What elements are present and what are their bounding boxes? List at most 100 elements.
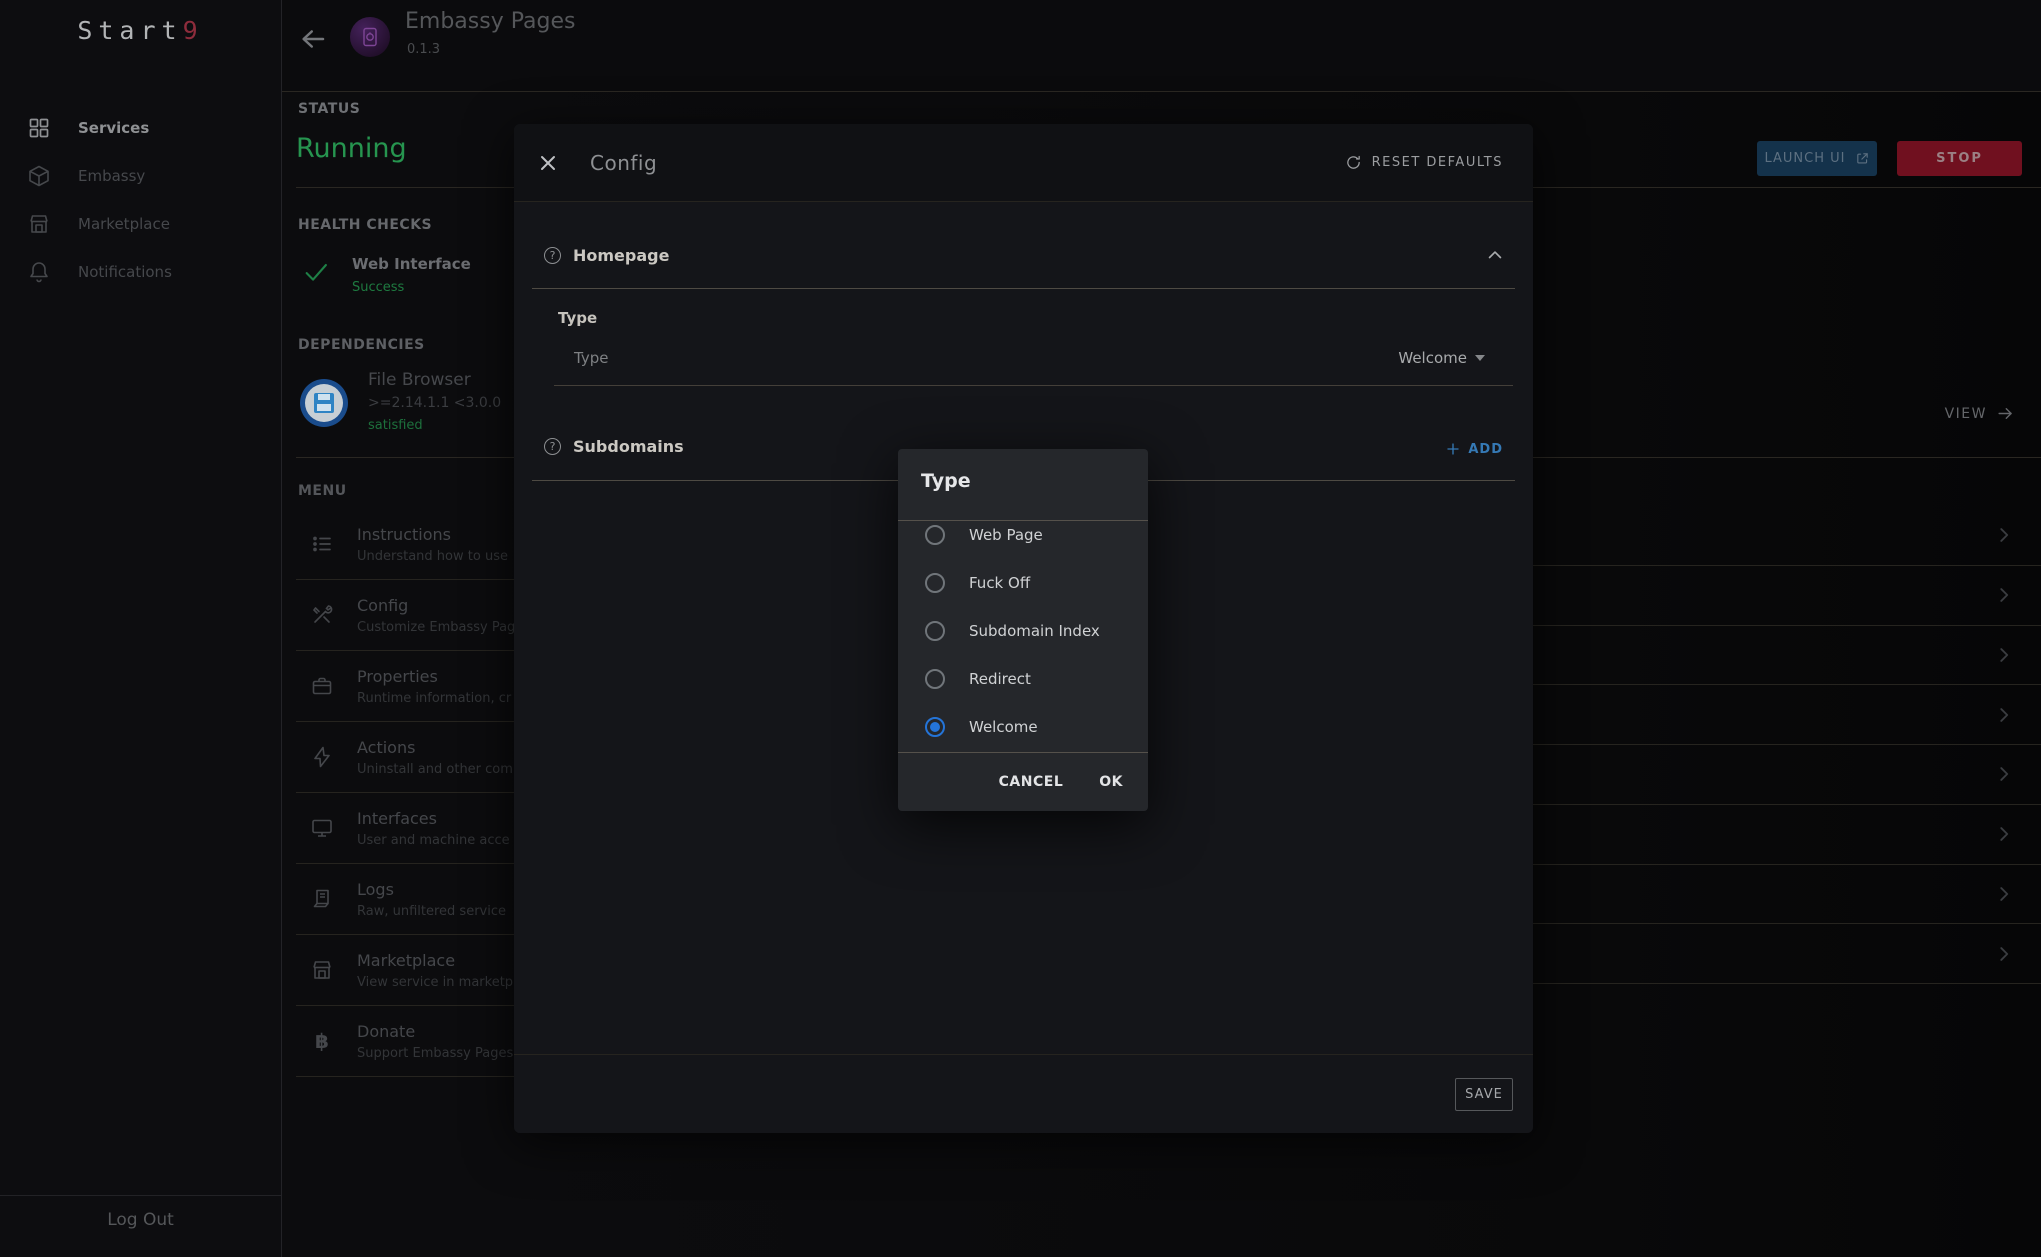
health-check-name: Web Interface (352, 255, 471, 273)
chevron-right-icon (1993, 644, 2015, 666)
logout-button[interactable]: Log Out (0, 1195, 281, 1243)
status-section-label: STATUS (298, 101, 360, 117)
plus-icon (1445, 441, 1461, 457)
chevron-right-icon (1993, 584, 2015, 606)
menu-item-subtitle: Raw, unfiltered service (357, 904, 506, 919)
storefront-icon (27, 212, 51, 236)
launch-ui-label: LAUNCH UI (1764, 151, 1845, 166)
health-check-result: Success (352, 280, 404, 295)
dialog-option[interactable]: Welcome (898, 703, 1148, 751)
add-subdomain-button[interactable]: ADD (1445, 441, 1503, 457)
bitcoin-icon: ฿ (310, 1029, 334, 1053)
chevron-right-icon (1993, 763, 2015, 785)
list-icon (310, 532, 334, 556)
launch-ui-button[interactable]: LAUNCH UI (1757, 141, 1877, 176)
sidebar-nav: Services Embassy Marketplace Notificatio… (0, 104, 281, 296)
homepage-section-header[interactable]: ? Homepage (544, 245, 1505, 265)
status-value: Running (296, 133, 407, 164)
reset-defaults-button[interactable]: RESET DEFAULTS (1345, 154, 1503, 171)
help-icon: ? (544, 438, 561, 455)
stop-label: STOP (1936, 151, 1983, 166)
type-dialog-footer: CANCEL OK (898, 753, 1148, 811)
dialog-option-label: Web Page (969, 526, 1043, 544)
view-dependency-link[interactable]: VIEW (1945, 404, 2015, 423)
sidebar-item-marketplace[interactable]: Marketplace (0, 200, 281, 248)
storefront-icon (310, 958, 334, 982)
sidebar-item-embassy[interactable]: Embassy (0, 152, 281, 200)
dialog-option[interactable]: Subdomain Index (898, 607, 1148, 655)
homepage-section-label: Homepage (573, 246, 669, 265)
sidebar-item-services[interactable]: Services (0, 104, 281, 152)
app-icon (350, 17, 390, 57)
type-dialog-options: Web Page Fuck Off Subdomain Index Redire… (898, 511, 1148, 751)
logo-text: Start (77, 16, 182, 45)
type-group-label: Type (558, 309, 597, 327)
radio-icon[interactable] (925, 525, 945, 545)
radio-icon[interactable] (925, 621, 945, 641)
menu-item-title: Properties (357, 667, 511, 686)
sidebar: Start9 Services Embassy Marketplace Noti… (0, 0, 282, 1257)
cancel-button[interactable]: CANCEL (999, 774, 1064, 790)
add-subdomain-label: ADD (1468, 442, 1503, 457)
chevron-right-icon (1993, 823, 2015, 845)
subdomains-section-label: Subdomains (573, 437, 684, 456)
type-dialog-title: Type (921, 470, 971, 492)
sidebar-item-label: Services (78, 119, 149, 137)
radio-icon[interactable] (925, 573, 945, 593)
back-arrow-icon[interactable] (298, 24, 328, 54)
type-select[interactable]: Welcome (1398, 349, 1485, 367)
external-link-icon (1855, 151, 1870, 166)
reset-defaults-label: RESET DEFAULTS (1372, 155, 1503, 170)
dependency-name: File Browser (368, 370, 471, 390)
menu-item-title: Config (357, 596, 515, 615)
sidebar-item-notifications[interactable]: Notifications (0, 248, 281, 296)
dialog-option[interactable]: Web Page (898, 511, 1148, 559)
floppy-disk-icon (314, 393, 334, 413)
refresh-icon (1345, 154, 1362, 171)
file-browser-icon (300, 379, 348, 427)
menu-item-title: Interfaces (357, 809, 510, 828)
config-modal-footer: SAVE (514, 1054, 1533, 1133)
receipt-icon (310, 887, 334, 911)
briefcase-icon (310, 674, 334, 698)
chevron-right-icon (1993, 704, 2015, 726)
config-modal-title: Config (590, 151, 657, 175)
menu-item-title: Marketplace (357, 951, 513, 970)
dialog-option-label: Redirect (969, 670, 1031, 688)
menu-section-label: MENU (298, 483, 347, 499)
sidebar-item-label: Embassy (78, 167, 145, 185)
menu-item-title: Actions (357, 738, 513, 757)
chevron-right-icon (1993, 883, 2015, 905)
sidebar-item-label: Notifications (78, 263, 172, 281)
menu-item-subtitle: User and machine acce (357, 833, 510, 848)
radio-icon[interactable] (925, 717, 945, 737)
menu-item-title: Donate (357, 1022, 513, 1041)
chevron-right-icon (1993, 524, 2015, 546)
menu-item-title: Instructions (357, 525, 508, 544)
type-select-value: Welcome (1398, 349, 1467, 367)
field-underline (554, 385, 1513, 386)
dialog-option[interactable]: Fuck Off (898, 559, 1148, 607)
chevron-right-icon (1993, 943, 2015, 965)
type-dialog: Type Web Page Fuck Off Subdomain Index R… (898, 449, 1148, 811)
ok-button[interactable]: OK (1099, 774, 1123, 790)
arrow-right-icon (1996, 404, 2015, 423)
dialog-option-label: Subdomain Index (969, 622, 1100, 640)
save-button[interactable]: SAVE (1455, 1078, 1513, 1111)
grid-icon (27, 116, 51, 140)
chevron-up-icon[interactable] (1485, 245, 1505, 265)
logo-accent: 9 (183, 16, 204, 45)
menu-item-subtitle: View service in marketp (357, 975, 513, 990)
dialog-option[interactable]: Redirect (898, 655, 1148, 703)
config-modal-header: Config RESET DEFAULTS (514, 124, 1533, 202)
radio-icon[interactable] (925, 669, 945, 689)
stop-button[interactable]: STOP (1897, 141, 2022, 176)
close-icon[interactable] (536, 151, 560, 175)
menu-item-subtitle: Understand how to use (357, 549, 508, 564)
logout-label: Log Out (107, 1210, 174, 1230)
view-label: VIEW (1945, 406, 1987, 422)
cube-icon (27, 164, 51, 188)
screen: Start9 Services Embassy Marketplace Noti… (0, 0, 2041, 1257)
checkmark-icon (302, 258, 330, 286)
caret-down-icon (1475, 355, 1485, 361)
